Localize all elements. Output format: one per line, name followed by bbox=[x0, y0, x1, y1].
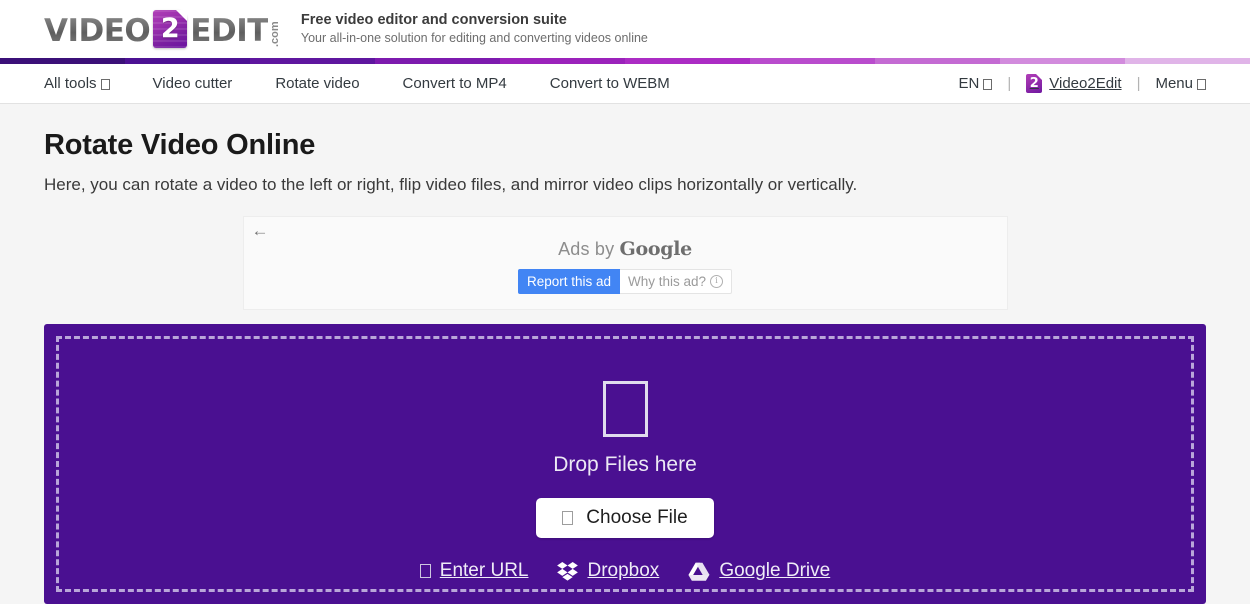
video2edit-mini-logo-icon: 2 bbox=[1026, 74, 1043, 93]
gradient-segment bbox=[875, 58, 1000, 64]
choose-file-button[interactable]: Choose File bbox=[536, 498, 714, 538]
dropzone-content: Drop Files here Choose File Enter URL Dr… bbox=[44, 324, 1206, 582]
ad-container: ← Ads by Google Report this ad Why this … bbox=[242, 216, 1008, 310]
logo-badge-digit: 2 bbox=[160, 13, 180, 44]
account-label: Video2Edit bbox=[1049, 75, 1122, 92]
why-this-ad-button[interactable]: Why this ad? i bbox=[620, 269, 733, 294]
dropbox-option[interactable]: Dropbox bbox=[557, 560, 659, 582]
ad-button-group: Report this ad Why this ad? i bbox=[517, 269, 733, 294]
tagline-primary: Free video editor and conversion suite bbox=[300, 12, 567, 28]
choose-file-label: Choose File bbox=[586, 507, 688, 528]
ad-back-arrow-icon[interactable]: ← bbox=[252, 222, 269, 239]
info-icon: i bbox=[710, 275, 724, 288]
main-navigation: All tools Video cutter Rotate video Conv… bbox=[0, 64, 1250, 104]
tagline-secondary: Your all-in-one solution for editing and… bbox=[300, 31, 648, 45]
nav-item-convert-to-webm[interactable]: Convert to WEBM bbox=[550, 75, 670, 92]
gradient-segment bbox=[500, 58, 625, 64]
report-this-ad-button[interactable]: Report this ad bbox=[517, 269, 620, 294]
page-title: Rotate Video Online bbox=[44, 129, 316, 161]
gradient-segment bbox=[125, 58, 250, 64]
upload-icon bbox=[602, 381, 648, 437]
page-subtitle: Here, you can rotate a video to the left… bbox=[44, 175, 858, 194]
ads-by-prefix: Ads by bbox=[558, 239, 620, 259]
chevron-down-icon bbox=[983, 79, 993, 90]
ads-by-google-label: Ads by Google bbox=[558, 238, 692, 260]
why-this-ad-label: Why this ad? bbox=[628, 274, 707, 289]
enter-url-label: Enter URL bbox=[439, 560, 529, 581]
dropbox-icon bbox=[557, 561, 579, 581]
nav-divider: | bbox=[1136, 75, 1141, 92]
menu-button[interactable]: Menu bbox=[1155, 75, 1206, 92]
file-dropzone[interactable]: Drop Files here Choose File Enter URL Dr… bbox=[44, 324, 1206, 604]
logo-word-video: VIDEO bbox=[44, 13, 151, 49]
gradient-segment bbox=[750, 58, 875, 64]
dropzone-source-options: Enter URL Dropbox Google Drive bbox=[419, 560, 830, 582]
menu-label: Menu bbox=[1155, 75, 1193, 92]
link-icon bbox=[419, 564, 431, 578]
nav-left-group: All tools Video cutter Rotate video Conv… bbox=[44, 75, 670, 92]
google-wordmark: Google bbox=[619, 238, 693, 260]
gradient-segment bbox=[1125, 58, 1250, 64]
logo-dotcom: .com bbox=[268, 21, 281, 47]
mini-logo-digit: 2 bbox=[1029, 76, 1039, 91]
site-tagline: Free video editor and conversion suite Y… bbox=[301, 11, 648, 47]
nav-item-convert-to-mp4[interactable]: Convert to MP4 bbox=[403, 75, 507, 92]
dropzone-title: Drop Files here bbox=[553, 453, 697, 476]
logo-badge-two: 2 bbox=[153, 10, 188, 48]
chevron-down-icon bbox=[100, 79, 110, 90]
advertisement-region: ← Ads by Google Report this ad Why this … bbox=[44, 216, 1206, 310]
gradient-segment bbox=[375, 58, 500, 64]
google-drive-option[interactable]: Google Drive bbox=[688, 560, 830, 582]
google-drive-label: Google Drive bbox=[719, 560, 831, 581]
hamburger-menu-icon bbox=[1197, 79, 1206, 90]
gradient-segment bbox=[625, 58, 750, 64]
nav-item-all-tools[interactable]: All tools bbox=[44, 75, 110, 92]
gradient-segment bbox=[0, 58, 125, 64]
dropbox-label: Dropbox bbox=[587, 560, 660, 581]
logo-word-edit: EDIT bbox=[190, 13, 268, 49]
account-link[interactable]: 2 Video2Edit bbox=[1026, 74, 1122, 93]
folder-icon bbox=[562, 511, 574, 525]
nav-item-rotate-video[interactable]: Rotate video bbox=[275, 75, 359, 92]
site-logo[interactable]: VIDEO 2 EDIT .com bbox=[44, 10, 281, 48]
site-header: VIDEO 2 EDIT .com Free video editor and … bbox=[0, 0, 1250, 58]
language-selector[interactable]: EN bbox=[959, 75, 993, 92]
nav-divider: | bbox=[1007, 75, 1012, 92]
nav-right-group: EN | 2 Video2Edit | Menu bbox=[959, 74, 1206, 93]
language-label: EN bbox=[958, 75, 980, 92]
main-content: Rotate Video Online Here, you can rotate… bbox=[0, 128, 1250, 310]
enter-url-option[interactable]: Enter URL bbox=[419, 560, 529, 582]
gradient-segment bbox=[1000, 58, 1125, 64]
decorative-gradient-bar bbox=[0, 58, 1250, 64]
google-drive-icon bbox=[688, 562, 710, 581]
nav-item-video-cutter[interactable]: Video cutter bbox=[153, 75, 233, 92]
gradient-segment bbox=[250, 58, 375, 64]
nav-label-all-tools: All tools bbox=[44, 75, 97, 92]
